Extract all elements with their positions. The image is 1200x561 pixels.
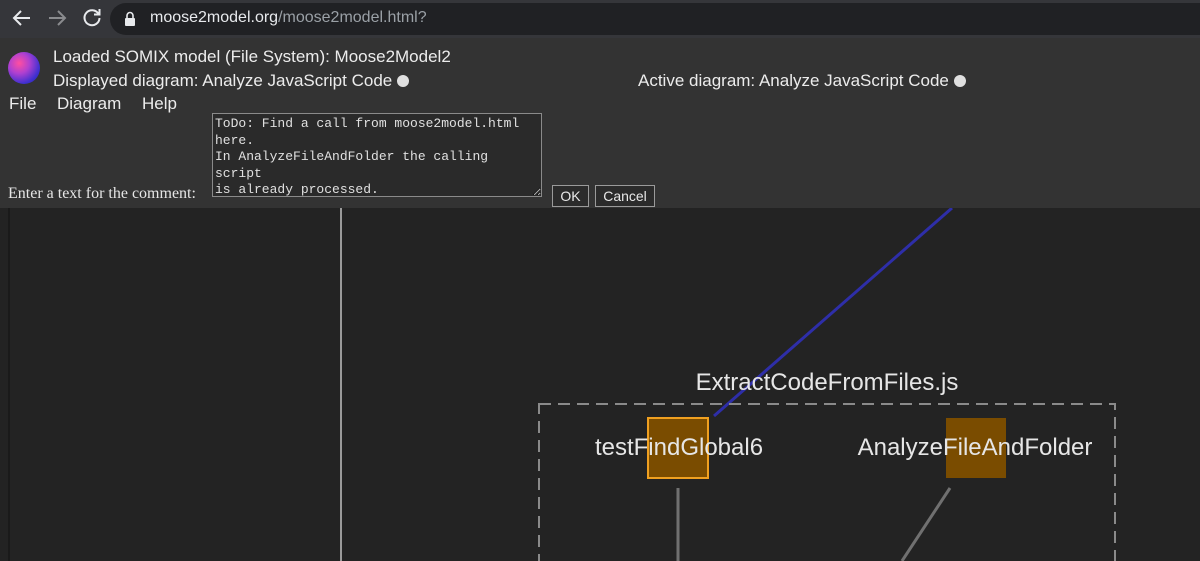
menu-diagram[interactable]: Diagram — [57, 94, 121, 114]
displayed-diagram-text: Displayed diagram: Analyze JavaScript Co… — [53, 71, 393, 90]
circle-icon — [953, 75, 966, 87]
menu-file[interactable]: File — [9, 94, 36, 114]
ok-button[interactable]: OK — [552, 185, 589, 207]
url-path: /moose2model.html? — [278, 9, 427, 26]
url-domain: moose2model.org — [150, 9, 279, 26]
active-diagram-info: Active diagram: Analyze JavaScript Code — [638, 71, 966, 91]
back-icon[interactable] — [10, 6, 34, 30]
address-bar[interactable]: moose2model.org/moose2model.html? — [110, 3, 1200, 35]
displayed-diagram-info: Displayed diagram: Analyze JavaScript Co… — [53, 71, 410, 91]
lock-icon — [125, 11, 135, 26]
group-title: ExtractCodeFromFiles.js — [696, 369, 959, 396]
moose2model-logo — [8, 52, 40, 84]
canvas-background — [0, 208, 1200, 561]
node-label-testFindGlobal6: testFindGlobal6 — [595, 434, 763, 461]
circle-icon — [397, 75, 410, 87]
node-label-AnalyzeFileAndFolder: AnalyzeFileAndFolder — [858, 434, 1093, 461]
cancel-button[interactable]: Cancel — [595, 185, 655, 207]
comment-textarea[interactable]: ToDo: Find a call from moose2model.html … — [212, 113, 542, 197]
reload-icon[interactable] — [80, 6, 104, 30]
menu-help[interactable]: Help — [142, 94, 177, 114]
browser-toolbar: moose2model.org/moose2model.html? — [0, 0, 1200, 38]
active-diagram-text: Active diagram: Analyze JavaScript Code — [638, 71, 949, 90]
comment-label: Enter a text for the comment: — [8, 185, 196, 202]
forward-icon[interactable] — [45, 6, 69, 30]
loaded-model-text: Loaded SOMIX model (File System): Moose2… — [53, 47, 451, 66]
diagram-canvas[interactable]: ExtractCodeFromFiles.js testFindGlobal6 … — [0, 208, 1200, 561]
url-text: moose2model.org/moose2model.html? — [150, 9, 427, 27]
